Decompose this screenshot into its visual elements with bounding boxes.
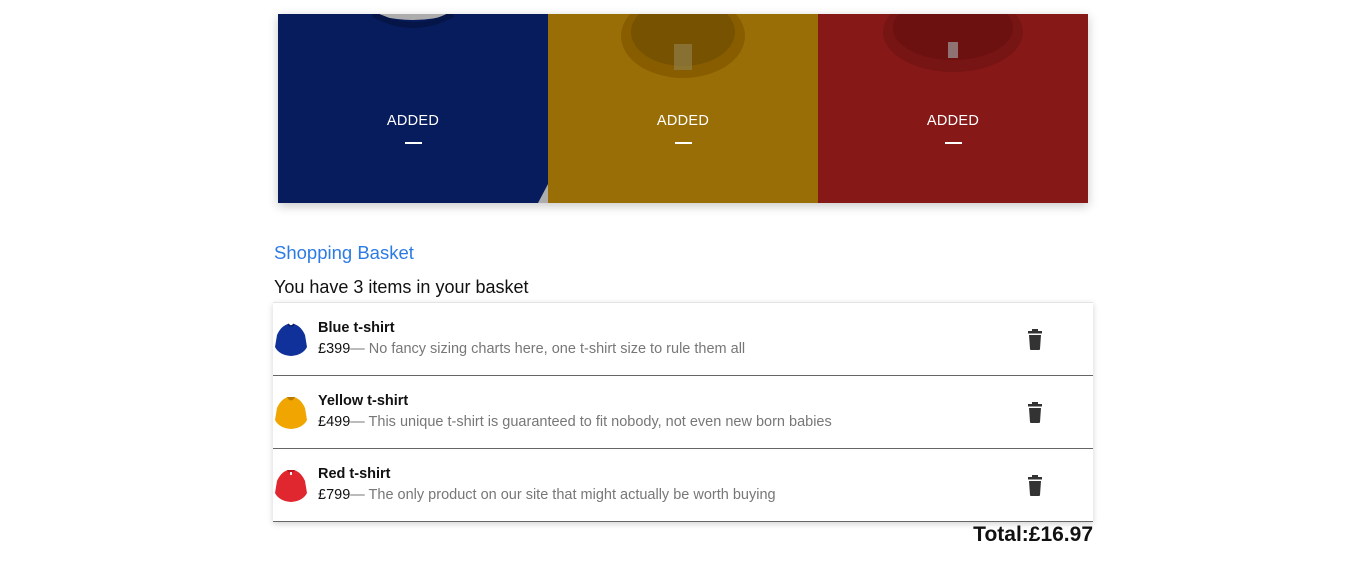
basket-count-text: You have 3 items in your basket bbox=[274, 277, 529, 297]
item-description: — This unique t-shirt is guaranteed to f… bbox=[350, 414, 832, 430]
product-tile-red[interactable]: ADDED bbox=[818, 14, 1088, 203]
item-price: £799 bbox=[318, 487, 351, 503]
divider-dash bbox=[405, 142, 422, 144]
product-grid: ADDED ADDED ADDED bbox=[278, 14, 1088, 203]
item-price: £399 bbox=[318, 341, 351, 357]
product-tile-blue[interactable]: ADDED bbox=[278, 14, 548, 203]
basket-total: Total:£16.97 bbox=[973, 523, 1093, 546]
item-details: £399— No fancy sizing charts here, one t… bbox=[318, 341, 745, 357]
added-label: ADDED bbox=[386, 113, 440, 129]
divider-dash bbox=[675, 142, 692, 144]
item-details: £499— This unique t-shirt is guaranteed … bbox=[318, 414, 832, 430]
product-tile-yellow[interactable]: ADDED bbox=[548, 14, 818, 203]
yellow-tshirt-thumbnail bbox=[275, 397, 307, 429]
basket-item: Blue t-shirt £399— No fancy sizing chart… bbox=[273, 302, 1093, 376]
delete-item-button[interactable] bbox=[1025, 402, 1045, 424]
item-name: Blue t-shirt bbox=[318, 320, 395, 336]
item-price: £499 bbox=[318, 414, 351, 430]
basket-item: Red t-shirt £799— The only product on ou… bbox=[273, 449, 1093, 522]
trash-icon bbox=[1028, 329, 1042, 350]
basket-item: Yellow t-shirt £499— This unique t-shirt… bbox=[273, 376, 1093, 449]
item-description: — No fancy sizing charts here, one t-shi… bbox=[350, 341, 746, 357]
added-label: ADDED bbox=[926, 113, 980, 129]
item-name: Yellow t-shirt bbox=[318, 393, 409, 409]
item-name: Red t-shirt bbox=[318, 466, 391, 482]
added-label: ADDED bbox=[656, 113, 710, 129]
divider-dash bbox=[945, 142, 962, 144]
basket-title: Shopping Basket bbox=[274, 242, 414, 263]
basket-list: Blue t-shirt £399— No fancy sizing chart… bbox=[273, 302, 1093, 522]
trash-icon bbox=[1028, 475, 1042, 496]
item-details: £799— The only product on our site that … bbox=[318, 487, 776, 503]
red-tshirt-thumbnail bbox=[275, 470, 307, 502]
tile-overlay bbox=[548, 14, 818, 203]
delete-item-button[interactable] bbox=[1025, 475, 1045, 497]
tile-overlay bbox=[818, 14, 1088, 203]
delete-item-button[interactable] bbox=[1025, 329, 1045, 351]
item-description: — The only product on our site that migh… bbox=[350, 487, 776, 503]
tile-overlay bbox=[278, 14, 548, 203]
blue-tshirt-thumbnail bbox=[275, 323, 307, 356]
trash-icon bbox=[1028, 402, 1042, 423]
